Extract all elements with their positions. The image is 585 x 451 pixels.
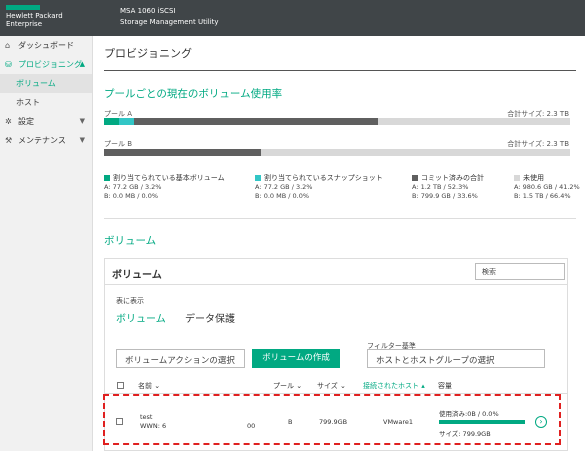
tab-volumes[interactable]: ボリューム [116,310,166,325]
column-header-pool[interactable]: プール ⌄ [273,381,302,391]
sort-icon: ⌄ [296,382,303,390]
show-in-table-label: 表に表示 [116,297,144,305]
usage-segment [260,149,570,156]
usage-segment [118,118,134,125]
sort-icon: ⌄ [154,382,161,390]
usage-segment [104,149,261,156]
volume-action-select[interactable]: ボリュームアクションの選択 ⌄ [116,349,245,368]
chevron-down-icon: ▼ [79,117,85,125]
pool-a-usage-bar [104,118,570,125]
top-bar: Hewlett Packard Enterprise MSA 1060 iSCS… [0,0,585,36]
column-header-connected-hosts[interactable]: 接続されたホスト ▴ [363,381,425,391]
brand-line-2: Enterprise [6,20,43,28]
section-divider [104,218,576,219]
chevron-down-icon: ⌄ [376,354,382,362]
usage-segment [104,118,119,125]
tab-data-protection[interactable]: データ保護 [185,310,235,325]
column-header-label: サイズ [317,382,338,390]
sidebar-item-label: 設定 [18,117,34,126]
legend-value-a: A: 77.2 GB / 3.2% [104,183,162,191]
database-icon: ⛁ [5,60,12,69]
home-icon: ⌂ [5,41,11,50]
panel-divider [105,284,567,285]
sort-icon: ⌄ [340,382,346,390]
column-header-name[interactable]: 名前 ⌄ [138,381,160,391]
legend-label: 割り当てられている基本ボリューム [113,174,225,182]
select-all-checkbox[interactable] [117,382,124,389]
legend-item: 未使用 A: 980.6 GB / 41.2% B: 1.5 TB / 66.4… [514,174,584,201]
legend-item: 割り当てられているスナップショット A: 77.2 GB / 3.2% B: 0… [255,174,383,201]
panel-title: ボリューム [112,270,162,281]
legend-value-b: B: 0.0 MB / 0.0% [104,192,159,200]
sidebar-item-label: メンテナンス [18,136,66,145]
column-header-label: プール [273,382,294,390]
column-header-capacity: 容量 [438,382,452,390]
sort-up-icon: ▴ [421,382,425,390]
hpe-logo-bar [6,5,40,10]
pool-b-label: プール B [104,140,133,148]
legend-swatch [104,175,110,181]
pool-b-usage-bar [104,149,570,156]
legend-value-b: B: 1.5 TB / 66.4% [514,192,571,200]
chevron-down-icon: ▼ [79,136,85,144]
sidebar-item-hosts[interactable]: ホスト [0,93,92,112]
highlight-annotation [103,394,561,445]
column-header-label: 接続されたホスト [363,382,419,390]
legend-swatch [255,175,261,181]
gear-icon: ✲ [5,117,12,126]
product-subtitle: Storage Management Utility [120,18,219,26]
legend-label: 未使用 [523,174,544,182]
sidebar-item-volumes[interactable]: ボリューム [0,74,92,93]
column-header-label: 名前 [138,382,152,390]
sidebar-item-settings[interactable]: ✲ 設定 ▼ [0,112,92,131]
legend-value-b: B: 0.0 MB / 0.0% [255,192,310,200]
product-model: MSA 1060 iSCSI [120,7,176,15]
legend-value-a: A: 980.6 GB / 41.2% [514,183,580,191]
legend-label: コミット済みの合計 [421,174,484,182]
legend-item: 割り当てられている基本ボリューム A: 77.2 GB / 3.2% B: 0.… [104,174,226,201]
main-content: プロビジョニング プールごとの現在のボリューム使用率 プール A 合計サイズ: … [94,36,585,451]
sidebar: ⌂ ダッシュボード ⛁ プロビジョニング ▲ ボリューム ホスト ✲ 設定 ▼ … [0,36,93,451]
usage-segment [133,118,378,125]
product-name: MSA 1060 iSCSI Storage Management Utilit… [120,6,219,28]
sidebar-item-label: ボリューム [16,79,56,88]
search-icon: ⌕ [482,266,487,275]
title-divider [104,70,576,71]
legend-label: 割り当てられているスナップショット [264,174,383,182]
host-filter-select[interactable]: ホストとホストグループの選択 ⌄ [367,349,545,368]
sidebar-item-label: ホスト [16,98,40,107]
sidebar-item-label: ダッシュボード [18,41,74,50]
legend-swatch [514,175,520,181]
sidebar-item-maintenance[interactable]: ⚒ メンテナンス ▼ [0,131,92,150]
search-input[interactable]: 検索 ⌕ [475,263,565,280]
pool-b-size: 合計サイズ: 2.3 TB [507,140,569,148]
legend-swatch [412,175,418,181]
sidebar-item-dashboard[interactable]: ⌂ ダッシュボード [0,36,92,55]
volumes-section-title: ボリューム [104,235,157,247]
brand-line-1: Hewlett Packard [6,12,63,20]
legend-value-a: A: 77.2 GB / 3.2% [255,183,313,191]
hpe-logo: Hewlett Packard Enterprise [6,5,90,28]
chevron-down-icon: ⌄ [125,354,131,362]
create-volume-button[interactable]: ボリュームの作成 [252,349,340,368]
chevron-up-icon: ▲ [79,60,85,68]
page-title: プロビジョニング [104,47,192,60]
pool-usage-section-title: プールごとの現在のボリューム使用率 [104,88,283,100]
usage-segment [377,118,570,125]
column-header-size[interactable]: サイズ ⌄ [317,381,346,391]
wrench-icon: ⚒ [5,136,13,145]
sidebar-item-provisioning[interactable]: ⛁ プロビジョニング ▲ [0,55,92,74]
sidebar-item-label: プロビジョニング [18,60,82,69]
